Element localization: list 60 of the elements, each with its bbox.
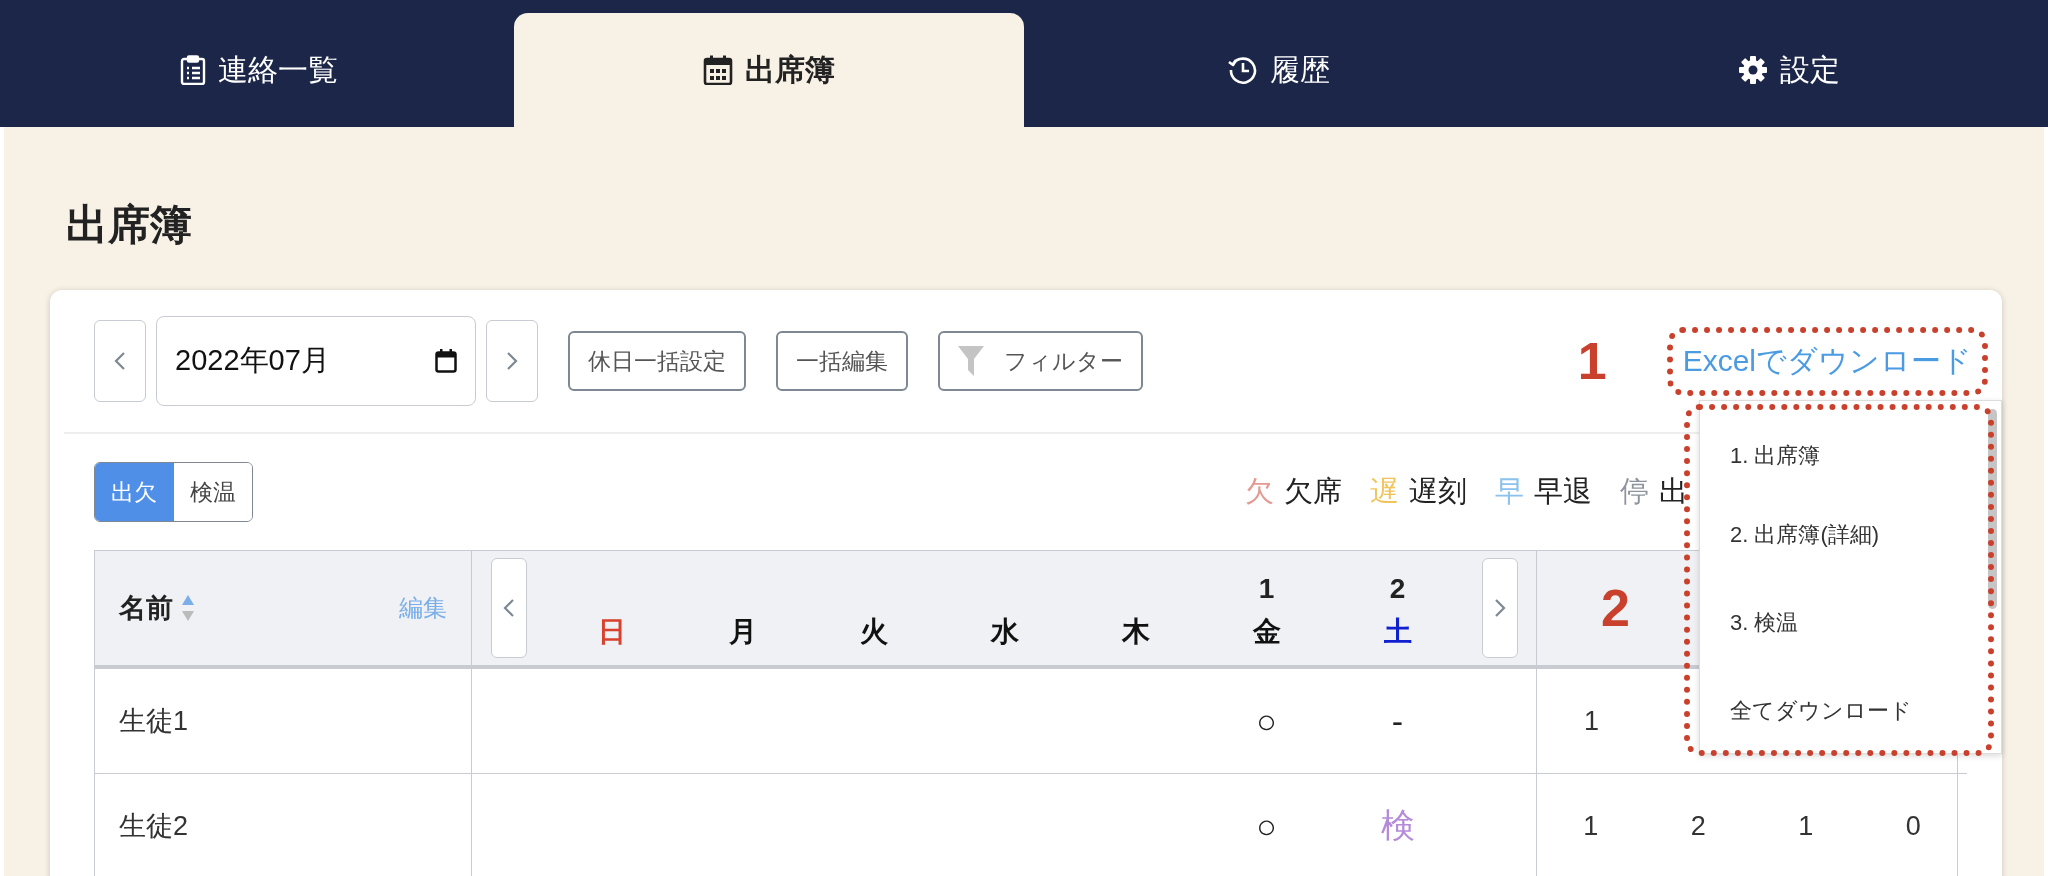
summary-count: 1 xyxy=(1584,705,1599,736)
column-header: 名前 xyxy=(119,592,173,625)
summary-count: 2 xyxy=(1690,810,1706,841)
legend-symbol: 早 xyxy=(1495,475,1524,507)
legend-symbol: 欠 xyxy=(1245,475,1274,507)
nav-tab[interactable]: 設定 xyxy=(1534,13,2044,127)
toolbar-button[interactable]: 休日一括設定 xyxy=(568,331,746,391)
clipboard-icon xyxy=(180,55,206,85)
day-number: 1 xyxy=(1258,573,1275,605)
weekday-label: 金 xyxy=(1252,615,1281,649)
view-toggle[interactable]: 検温 xyxy=(173,463,252,521)
day-number: 2 xyxy=(1389,573,1406,605)
summary-count: 1 xyxy=(1798,810,1814,841)
settings-icon xyxy=(1738,55,1768,85)
previous-month-button[interactable] xyxy=(94,320,146,402)
weekday-label: 日 xyxy=(597,615,626,649)
student-name: 生徒1 xyxy=(119,705,189,738)
legend-symbol: 遅 xyxy=(1370,475,1399,507)
nav-tab[interactable]: 履歴 xyxy=(1024,13,1534,127)
summary-count: 1 xyxy=(1583,810,1599,841)
next-month-button[interactable] xyxy=(486,320,538,402)
menu-item[interactable]: 3. 検温 xyxy=(1700,579,2001,667)
legend-label: 遅刻 xyxy=(1409,475,1467,507)
filter-button[interactable]: フィルター xyxy=(938,331,1143,391)
funnel-icon xyxy=(958,346,984,376)
attendance-cell[interactable]: ○ xyxy=(1256,806,1277,846)
legend-label: 欠席 xyxy=(1284,475,1342,507)
menu-item[interactable]: 1. 出席簿 xyxy=(1700,421,2001,491)
sort-icon[interactable] xyxy=(181,594,195,622)
legend-label: 早退 xyxy=(1534,475,1592,507)
scrollbar[interactable] xyxy=(1988,409,1997,609)
menu-item[interactable]: 2. 出席簿(詳細) xyxy=(1700,491,2001,579)
history-icon xyxy=(1228,55,1258,85)
chevron-left-icon xyxy=(114,351,126,371)
toolbar-button[interactable]: 一括編集 xyxy=(776,331,908,391)
weekday-label: 水 xyxy=(990,615,1019,649)
weekday-label: 木 xyxy=(1121,615,1150,649)
student-name: 生徒2 xyxy=(119,810,189,843)
summary-count: 0 xyxy=(1905,810,1921,841)
attendance-cell[interactable]: - xyxy=(1391,701,1404,741)
month-field[interactable]: 2022年07月 xyxy=(156,316,476,406)
previous-days-button[interactable] xyxy=(491,558,527,658)
weekday-label: 火 xyxy=(859,615,888,649)
calendar-icon xyxy=(435,349,457,373)
annotation-number: 2 xyxy=(1601,578,1630,638)
chevron-right-icon xyxy=(1494,598,1506,618)
menu-item[interactable]: 全てダウンロード xyxy=(1700,667,2001,753)
attendance-cell[interactable]: ○ xyxy=(1256,701,1277,741)
legend-label: 出 xyxy=(1659,475,1688,507)
chevron-right-icon xyxy=(506,351,518,371)
weekday-label: 月 xyxy=(728,615,757,649)
chevron-left-icon xyxy=(503,598,515,618)
nav-tab[interactable]: 出席簿 xyxy=(514,13,1024,127)
nav-tab[interactable]: 連絡一覧 xyxy=(4,13,514,127)
legend-symbol: 停 xyxy=(1620,475,1649,507)
calendar-icon xyxy=(703,55,733,85)
next-days-button[interactable] xyxy=(1482,558,1518,658)
weekday-label: 土 xyxy=(1383,615,1412,649)
annotation-number: 1 xyxy=(1577,331,1607,391)
page-title: 出席簿 xyxy=(65,200,193,250)
